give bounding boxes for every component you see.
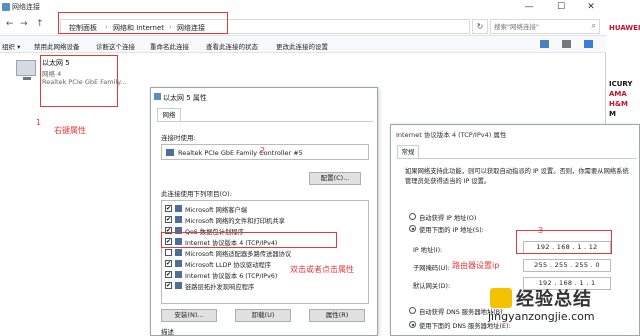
- change-settings-button[interactable]: 更改此连接的设置: [276, 41, 328, 51]
- list-item-label: Microsoft 网络客户端: [185, 207, 248, 214]
- dialog-description: 如果网络支持此功能，则可以获取自动指派的 IP 设置。否则，你需要从网络系统管理…: [405, 168, 629, 185]
- up-arrow-icon[interactable]: ↑: [36, 19, 44, 29]
- tab-divider: [157, 121, 373, 122]
- checkbox[interactable]: ✔: [165, 216, 172, 223]
- configure-button[interactable]: 配置(C)...: [309, 172, 361, 185]
- side-ad-strip: HUAWEI ICURY AMA H&M M: [607, 0, 640, 124]
- component-icon: [175, 260, 182, 267]
- dialog-title: Internet 协议版本 4 (TCP/IPv4) 属性: [396, 131, 507, 139]
- items-label: 此连接使用下列项目(O):: [161, 190, 232, 198]
- annotation-step2-text: 双击或者点击属性: [290, 265, 354, 274]
- list-item[interactable]: ✔ 链路层拓扑发现响应程序: [165, 281, 365, 291]
- component-list[interactable]: ✔ Microsoft 网络客户端 ✔ Microsoft 网络的文件和打印机共享 …: [161, 200, 369, 304]
- command-toolbar: 组织 ▾ 禁用此网络设备 诊断这个连接 重命名此连接 查看此连接的状态 更改此连…: [0, 36, 606, 53]
- highlight-box-adapter: [40, 55, 118, 107]
- manual-ip-label: 使用下面的 IP 地址(S):: [419, 227, 484, 234]
- dialog-network-icon: [154, 93, 161, 100]
- ad-text: ICURY: [609, 80, 633, 88]
- annotation-step2-number: 2: [260, 146, 266, 155]
- nic-icon: [166, 149, 174, 156]
- watermark-title: 经验总结: [516, 289, 592, 310]
- subnet-mask-label: 子网掩码(U):: [413, 265, 450, 272]
- checkbox[interactable]: ✔: [165, 260, 172, 267]
- checkbox[interactable]: [165, 249, 172, 256]
- auto-ip-radio[interactable]: [409, 213, 416, 220]
- back-arrow-icon[interactable]: ←: [6, 19, 14, 29]
- dialog-title: 以太网 5 属性: [163, 94, 207, 102]
- view-status-button[interactable]: 查看此连接的状态: [206, 41, 258, 51]
- search-input[interactable]: [494, 21, 586, 33]
- component-icon: [175, 271, 182, 278]
- manual-dns-radio[interactable]: [409, 321, 416, 328]
- search-box[interactable]: ⌕: [490, 19, 600, 34]
- list-item[interactable]: Microsoft 网络适配器多路传送器协议: [165, 248, 365, 258]
- forward-arrow-icon[interactable]: →: [20, 19, 28, 29]
- ad-text: H&M: [609, 100, 628, 108]
- list-item-label: Microsoft 网络的文件和打印机共享: [185, 218, 285, 225]
- subnet-mask-field[interactable]: 255 . 255 . 255 . 0: [523, 259, 611, 272]
- refresh-button[interactable]: ↻: [472, 19, 488, 34]
- watermark-badge-icon: [490, 288, 512, 308]
- view-options-icon[interactable]: [540, 40, 549, 48]
- list-item[interactable]: ✔ Microsoft 网络客户端: [165, 204, 365, 214]
- gateway-label: 默认网关(D):: [413, 283, 451, 290]
- description-label: 描述: [161, 328, 174, 336]
- highlight-box-ipv4: [161, 232, 337, 248]
- checkbox[interactable]: ✔: [165, 271, 172, 278]
- tab-general[interactable]: 常规: [397, 145, 419, 158]
- annotation-step1-text: 右键属性: [54, 126, 86, 135]
- auto-dns-radio[interactable]: [409, 307, 416, 314]
- close-button[interactable]: ✕: [576, 0, 606, 14]
- adapter-full-name: Realtek PCIe GbE Family Controller #5: [178, 149, 303, 157]
- manual-ip-radio[interactable]: [409, 225, 416, 232]
- highlight-box-breadcrumb: [58, 12, 228, 34]
- component-icon: [175, 216, 182, 223]
- ad-text: M: [609, 110, 616, 118]
- network-adapter-icon: [16, 60, 36, 80]
- watermark: 经验总结 jingyanzongjie.com: [488, 285, 640, 335]
- rename-button[interactable]: 重命名此连接: [150, 41, 189, 51]
- diagnose-button[interactable]: 诊断这个连接: [96, 41, 135, 51]
- connect-using-label: 连接时使用:: [161, 134, 196, 142]
- organize-menu[interactable]: 组织 ▾: [2, 41, 20, 51]
- component-icon: [175, 282, 182, 289]
- ip-address-label: IP 地址(I):: [413, 247, 443, 254]
- ad-text: AMA: [609, 90, 627, 98]
- component-icon: [175, 205, 182, 212]
- disable-device-button[interactable]: 禁用此网络设备: [34, 41, 80, 51]
- install-button[interactable]: 安装(N)...: [161, 309, 217, 322]
- properties-button[interactable]: 属性(R): [309, 309, 365, 322]
- tab-network[interactable]: 网络: [157, 108, 181, 121]
- component-icon: [175, 249, 182, 256]
- help-icon[interactable]: [584, 40, 593, 48]
- adapter-properties-dialog: 以太网 5 属性 网络 连接时使用: Realtek PCIe GbE Fami…: [150, 87, 378, 336]
- list-item-label: Internet 协议版本 6 (TCP/IPv6): [185, 273, 278, 280]
- ad-huawei: HUAWEI: [609, 24, 640, 32]
- list-item[interactable]: ✔ Microsoft 网络的文件和打印机共享: [165, 215, 365, 225]
- checkbox[interactable]: ✔: [165, 282, 172, 289]
- list-item-label: Microsoft 网络适配器多路传送器协议: [185, 251, 292, 258]
- tab-divider: [397, 158, 637, 159]
- network-folder-icon: [2, 3, 10, 11]
- window-title: 网络连接: [12, 3, 40, 11]
- annotation-step3-number: 3: [538, 226, 544, 235]
- annotation-step3-text: 路由器设置ip: [452, 261, 500, 270]
- watermark-url: jingyanzongjie.com: [488, 310, 595, 323]
- annotation-step1-number: 1: [36, 118, 42, 127]
- preview-pane-icon[interactable]: [562, 40, 571, 48]
- list-item-label: 链路层拓扑发现响应程序: [185, 284, 255, 291]
- auto-ip-label: 自动获得 IP 地址(O): [419, 215, 477, 222]
- highlight-box-ip: [516, 230, 612, 254]
- checkbox[interactable]: ✔: [165, 205, 172, 212]
- maximize-button[interactable]: ☐: [546, 0, 576, 14]
- list-item-label: Microsoft LLDP 协议驱动程序: [185, 262, 272, 269]
- minimize-button[interactable]: —: [514, 0, 544, 14]
- search-icon: ⌕: [591, 21, 596, 30]
- uninstall-button[interactable]: 卸载(U): [235, 309, 291, 322]
